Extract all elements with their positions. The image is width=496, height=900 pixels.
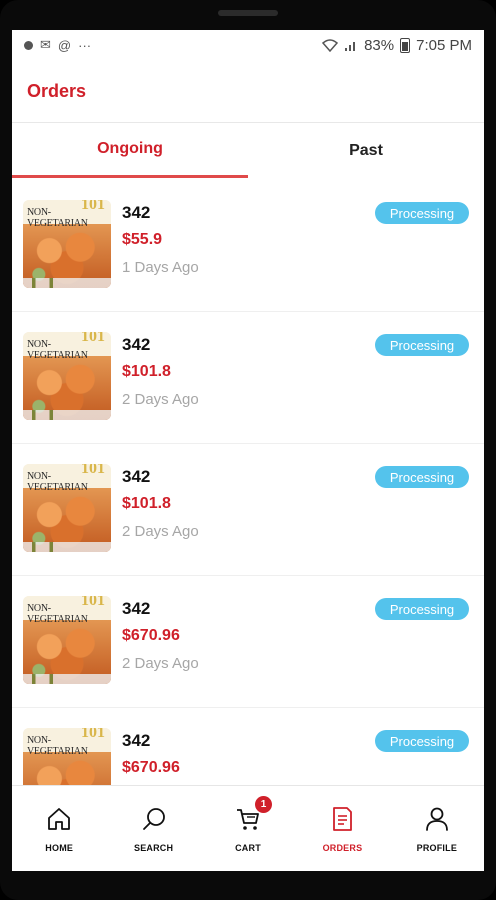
order-thumbnail: NON-VEGETARIAN 101 — [23, 596, 111, 684]
home-icon — [48, 807, 71, 830]
order-price: $670.96 — [122, 627, 180, 644]
thumbnail-number: 101 — [81, 200, 105, 213]
order-price: $55.9 — [122, 231, 163, 248]
nav-home-label: HOME — [45, 842, 74, 853]
tab-ongoing[interactable]: Ongoing — [12, 123, 248, 178]
order-item[interactable]: NON-VEGETARIAN 101 342 $101.8 2 Days Ago… — [12, 444, 484, 576]
orders-icon — [333, 806, 353, 831]
bottom-navigation: HOME SEARCH 1 CART ORDERS PROFILE — [12, 785, 484, 871]
phone-speaker — [218, 10, 278, 16]
nav-cart[interactable]: 1 CART — [201, 786, 295, 871]
phone-frame: ✉ @ ··· 83% 7:05 PM Orders Ongoing Past — [0, 0, 496, 900]
order-price: $101.8 — [122, 495, 171, 512]
nav-profile[interactable]: PROFILE — [390, 786, 484, 871]
status-indicators: 83% 7:05 PM — [322, 37, 472, 54]
order-tabs: Ongoing Past — [12, 123, 484, 178]
plate-rim — [23, 278, 111, 288]
plate-rim — [23, 542, 111, 552]
nav-orders-label: ORDERS — [322, 842, 363, 853]
order-time-ago: 1 Days Ago — [122, 259, 199, 276]
thumbnail-number: 101 — [81, 728, 105, 741]
cart-count-badge: 1 — [255, 796, 273, 813]
nav-search[interactable]: SEARCH — [106, 786, 200, 871]
order-price: $101.8 — [122, 363, 171, 380]
order-time-ago: 2 Days Ago — [122, 655, 199, 672]
order-time-ago: 2 Days Ago — [122, 391, 199, 408]
order-item[interactable]: NON-VEGETARIAN 101 342 $670.96 2 Days Ag… — [12, 576, 484, 708]
nav-profile-label: PROFILE — [416, 842, 458, 853]
status-badge[interactable]: Processing — [375, 466, 469, 488]
order-item[interactable]: NON-VEGETARIAN 101 342 $670.96 Processin… — [12, 708, 484, 786]
wifi-icon — [322, 39, 339, 52]
order-id: 342 — [122, 599, 151, 618]
plate-rim — [23, 410, 111, 420]
status-badge[interactable]: Processing — [375, 334, 469, 356]
order-thumbnail: NON-VEGETARIAN 101 — [23, 332, 111, 420]
order-id: 342 — [122, 731, 151, 750]
status-badge[interactable]: Processing — [375, 598, 469, 620]
signal-icon — [345, 42, 356, 51]
order-thumbnail: NON-VEGETARIAN 101 — [23, 464, 111, 552]
tab-past[interactable]: Past — [248, 123, 484, 178]
nav-home[interactable]: HOME — [12, 786, 106, 871]
status-badge[interactable]: Processing — [375, 202, 469, 224]
status-notifications: ✉ @ ··· — [24, 37, 91, 53]
status-bar: ✉ @ ··· 83% 7:05 PM — [12, 30, 484, 60]
status-badge[interactable]: Processing — [375, 730, 469, 752]
plate-rim — [23, 674, 111, 684]
thumbnail-number: 101 — [81, 332, 105, 345]
order-item[interactable]: NON-VEGETARIAN 101 342 $55.9 1 Days Ago … — [12, 180, 484, 312]
order-price: $670.96 — [122, 759, 180, 776]
order-item[interactable]: NON-VEGETARIAN 101 342 $101.8 2 Days Ago… — [12, 312, 484, 444]
battery-percent: 83% — [364, 36, 395, 54]
thumbnail-number: 101 — [81, 596, 105, 609]
order-thumbnail: NON-VEGETARIAN 101 — [23, 728, 111, 786]
at-sign-icon: @ — [57, 37, 72, 53]
battery-icon — [400, 37, 411, 53]
page-title: Orders — [27, 80, 87, 101]
more-notifications-icon: ··· — [78, 37, 92, 53]
profile-icon — [425, 807, 448, 831]
nav-cart-label: CART — [235, 842, 261, 853]
mail-icon: ✉ — [40, 37, 51, 52]
order-thumbnail: NON-VEGETARIAN 101 — [23, 200, 111, 288]
order-id: 342 — [122, 467, 151, 486]
order-time-ago: 2 Days Ago — [122, 523, 199, 540]
search-icon — [142, 807, 165, 830]
nav-search-label: SEARCH — [134, 842, 174, 853]
orders-list[interactable]: NON-VEGETARIAN 101 342 $55.9 1 Days Ago … — [12, 180, 484, 786]
app-screen: ✉ @ ··· 83% 7:05 PM Orders Ongoing Past — [12, 30, 484, 871]
app-header: Orders — [12, 60, 484, 123]
thumbnail-number: 101 — [81, 464, 105, 477]
order-id: 342 — [122, 335, 151, 354]
order-id: 342 — [122, 203, 151, 222]
notification-dot-icon — [24, 40, 33, 50]
nav-orders[interactable]: ORDERS — [295, 786, 389, 871]
status-time: 7:05 PM — [416, 36, 472, 54]
